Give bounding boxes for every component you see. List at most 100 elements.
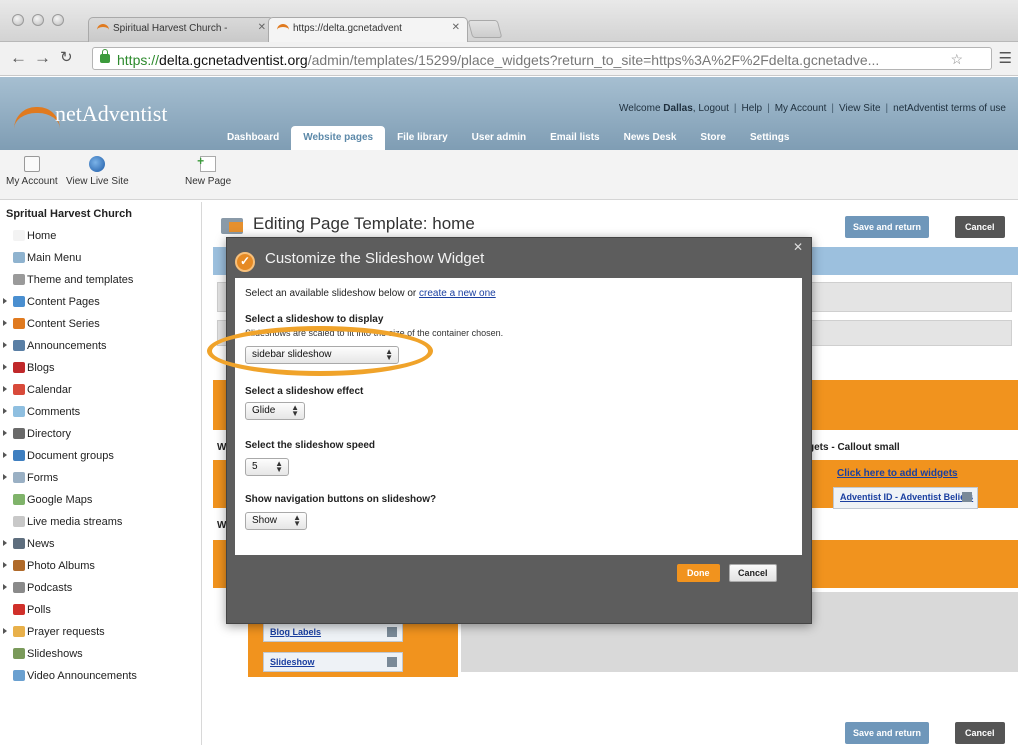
browser-menu-icon[interactable]: ☰	[999, 49, 1012, 67]
calendar-icon	[13, 384, 25, 395]
sidebar-item-slideshows[interactable]: Slideshows	[0, 646, 137, 668]
tab-store[interactable]: Store	[688, 126, 738, 150]
widget-slideshow[interactable]: Slideshow	[263, 652, 403, 672]
expand-arrow-icon[interactable]	[3, 452, 7, 458]
sidebar-item-label: Theme and templates	[27, 274, 134, 286]
create-new-slideshow-link[interactable]: create a new one	[419, 288, 496, 299]
widget-adventist-id[interactable]: Adventist ID - Adventist Beliefs	[833, 487, 978, 509]
tab-website-pages[interactable]: Website pages	[291, 126, 386, 150]
select-arrows-icon: ▲ ▼	[275, 459, 283, 474]
sidebar-item-announcements[interactable]: Announcements	[0, 338, 137, 360]
save-and-return-button[interactable]: Save and return	[845, 216, 930, 238]
help-link[interactable]: Help	[742, 103, 763, 114]
browser-tab-spiritual-harvest[interactable]: Spiritual Harvest Church - ✕	[88, 17, 274, 42]
expand-arrow-icon[interactable]	[3, 364, 7, 370]
sidebar-item-prayer-requests[interactable]: Prayer requests	[0, 624, 137, 646]
tab-close-icon[interactable]: ✕	[258, 22, 266, 33]
sidebar-item-comments[interactable]: Comments	[0, 404, 137, 426]
sidebar-item-live-media-streams[interactable]: Live media streams	[0, 514, 137, 536]
sidebar-item-polls[interactable]: Polls	[0, 602, 137, 624]
view-site-link[interactable]: View Site	[839, 103, 881, 114]
minimize-window-button[interactable]	[32, 14, 44, 26]
sidebar-item-label: News	[27, 538, 55, 550]
forward-arrow-icon[interactable]: →	[34, 48, 51, 68]
save-and-return-button-bottom[interactable]: Save and return	[845, 722, 930, 744]
expand-arrow-icon[interactable]	[3, 408, 7, 414]
sidebar-item-photo-albums[interactable]: Photo Albums	[0, 558, 137, 580]
tab-user-admin[interactable]: User admin	[460, 126, 538, 150]
zoom-window-button[interactable]	[52, 14, 64, 26]
expand-arrow-icon[interactable]	[3, 628, 7, 634]
browser-tab-delta[interactable]: https://delta.gcnetadvent ✕	[268, 17, 468, 42]
close-window-button[interactable]	[12, 14, 24, 26]
terms-link[interactable]: netAdventist terms of use	[893, 103, 1006, 114]
sidebar-item-main-menu[interactable]: Main Menu	[0, 250, 137, 272]
add-widgets-link[interactable]: Click here to add widgets	[837, 468, 958, 479]
tab-dashboard[interactable]: Dashboard	[215, 126, 291, 150]
quick-actions-bar: My Account View Live Site New Page	[0, 150, 1018, 200]
sidebar-item-news[interactable]: News	[0, 536, 137, 558]
effect-select[interactable]: Glide ▲ ▼	[245, 402, 305, 420]
sidebar-item-content-pages[interactable]: Content Pages	[0, 294, 137, 316]
cancel-button[interactable]: Cancel	[955, 216, 1005, 238]
expand-arrow-icon[interactable]	[3, 562, 7, 568]
tab-file-library[interactable]: File library	[385, 126, 460, 150]
remove-widget-icon[interactable]	[962, 492, 972, 502]
tab-close-icon[interactable]: ✕	[452, 22, 460, 33]
expand-arrow-icon[interactable]	[3, 386, 7, 392]
tab-news-desk[interactable]: News Desk	[612, 126, 689, 150]
sidebar-item-home[interactable]: Home	[0, 228, 137, 250]
tab-settings[interactable]: Settings	[738, 126, 801, 150]
news-icon	[13, 538, 25, 549]
done-button[interactable]: Done	[677, 564, 720, 582]
remove-widget-icon[interactable]	[387, 657, 397, 667]
sidebar-item-content-series[interactable]: Content Series	[0, 316, 137, 338]
expand-arrow-icon[interactable]	[3, 474, 7, 480]
forms-icon	[13, 472, 25, 483]
expand-arrow-icon[interactable]	[3, 342, 7, 348]
view-live-site-button[interactable]: View Live Site	[66, 156, 129, 187]
expand-arrow-icon[interactable]	[3, 540, 7, 546]
logout-link[interactable]: Logout	[698, 103, 729, 114]
sidebar-item-podcasts[interactable]: Podcasts	[0, 580, 137, 602]
sidebar-item-document-groups[interactable]: Document groups	[0, 448, 137, 470]
bookmark-star-icon[interactable]: ☆	[950, 51, 963, 68]
expand-arrow-icon[interactable]	[3, 430, 7, 436]
new-page-button[interactable]: New Page	[185, 154, 232, 187]
expand-arrow-icon[interactable]	[3, 584, 7, 590]
sidebar-item-directory[interactable]: Directory	[0, 426, 137, 448]
expand-arrow-icon[interactable]	[3, 298, 7, 304]
sidebar-item-blogs[interactable]: Blogs	[0, 360, 137, 382]
widget-blog-labels[interactable]: Blog Labels	[263, 622, 403, 642]
sidebar-item-google-maps[interactable]: Google Maps	[0, 492, 137, 514]
remove-widget-icon[interactable]	[387, 627, 397, 637]
sidebar-item-theme-and-templates[interactable]: Theme and templates	[0, 272, 137, 294]
account-icon	[23, 156, 40, 172]
widget-label: Adventist ID - Adventist Beliefs	[840, 492, 974, 502]
close-icon[interactable]: ✕	[793, 240, 803, 254]
new-page-icon	[197, 154, 217, 172]
nav-buttons-select[interactable]: Show ▲ ▼	[245, 512, 307, 530]
cancel-button-bottom[interactable]: Cancel	[955, 722, 1005, 744]
tab-email-lists[interactable]: Email lists	[538, 126, 611, 150]
speed-select[interactable]: 5 ▲ ▼	[245, 458, 289, 476]
address-bar[interactable]: https://delta.gcnetadventist.org/admin/t…	[92, 47, 992, 70]
my-account-link[interactable]: My Account	[775, 103, 827, 114]
browser-title-bar: Spiritual Harvest Church - ✕ https://del…	[0, 0, 1018, 42]
url-scheme: https://	[117, 52, 160, 68]
quick-label: New Page	[185, 176, 232, 187]
widget-label: Blog Labels	[270, 627, 322, 637]
sidebar-item-forms[interactable]: Forms	[0, 470, 137, 492]
new-tab-button[interactable]	[467, 20, 503, 38]
dialog-cancel-button[interactable]: Cancel	[729, 564, 777, 582]
sidebar-item-label: Announcements	[27, 340, 107, 352]
reload-icon[interactable]: ↻	[60, 48, 73, 68]
photo-icon	[13, 560, 25, 571]
sidebar-item-calendar[interactable]: Calendar	[0, 382, 137, 404]
back-arrow-icon[interactable]: ←	[10, 48, 27, 68]
sidebar-item-label: Live media streams	[27, 516, 123, 528]
sidebar-item-video-announcements[interactable]: Video Announcements	[0, 668, 137, 690]
expand-arrow-icon[interactable]	[3, 320, 7, 326]
sidebar-item-label: Slideshows	[27, 648, 83, 660]
my-account-button[interactable]: My Account	[6, 156, 58, 187]
